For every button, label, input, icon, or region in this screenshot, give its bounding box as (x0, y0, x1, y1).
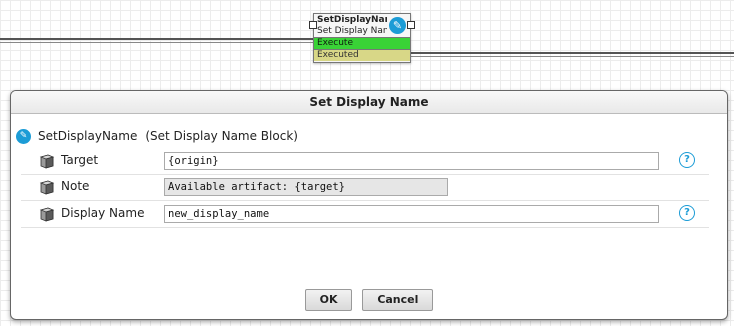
target-label: Target (61, 153, 99, 167)
help-icon[interactable]: ? (679, 152, 695, 168)
cube-icon (39, 180, 55, 195)
node-subtitle: Set Display Nan (317, 26, 387, 36)
connection-wire-left[interactable] (0, 38, 313, 40)
node-title: SetDisplayNam (317, 15, 387, 25)
note-label: Note (61, 179, 90, 193)
node-header: SetDisplayNam Set Display Nan ✎ (314, 14, 410, 37)
pencil-icon: ✎ (16, 128, 31, 144)
block-type: (Set Display Name Block) (145, 129, 298, 143)
dialog-title: Set Display Name (11, 91, 727, 114)
ok-button[interactable]: OK (304, 289, 353, 311)
property-row-note: Note Available artifact: {target} (21, 174, 709, 201)
properties-dialog: Set Display Name ✎ SetDisplayName (Set D… (10, 90, 728, 320)
connection-wire-left-secondary (0, 42, 313, 43)
cube-icon (39, 207, 55, 222)
pencil-icon: ✎ (389, 17, 406, 34)
connection-wire-right-secondary (409, 56, 734, 57)
display-name-label: Display Name (61, 206, 145, 220)
execute-port-row[interactable]: Execute (314, 37, 410, 49)
note-field: Available artifact: {target} (164, 178, 448, 196)
dialog-footer: OK Cancel (11, 289, 727, 311)
property-row-display-name: Display Name new_display_name ? (21, 201, 709, 228)
help-icon[interactable]: ? (679, 205, 695, 221)
cancel-button[interactable]: Cancel (362, 289, 434, 311)
cube-icon (39, 154, 55, 169)
canvas-block-node[interactable]: SetDisplayNam Set Display Nan ✎ Execute … (309, 13, 415, 63)
property-row-target: Target {origin} ? (21, 148, 709, 175)
executed-port-row[interactable]: Executed (314, 49, 410, 61)
target-input[interactable]: {origin} (164, 152, 659, 170)
connection-wire-right[interactable] (409, 52, 734, 54)
block-name: SetDisplayName (38, 129, 138, 143)
display-name-input[interactable]: new_display_name (164, 205, 659, 223)
block-header: ✎ SetDisplayName (Set Display Name Block… (16, 127, 298, 145)
